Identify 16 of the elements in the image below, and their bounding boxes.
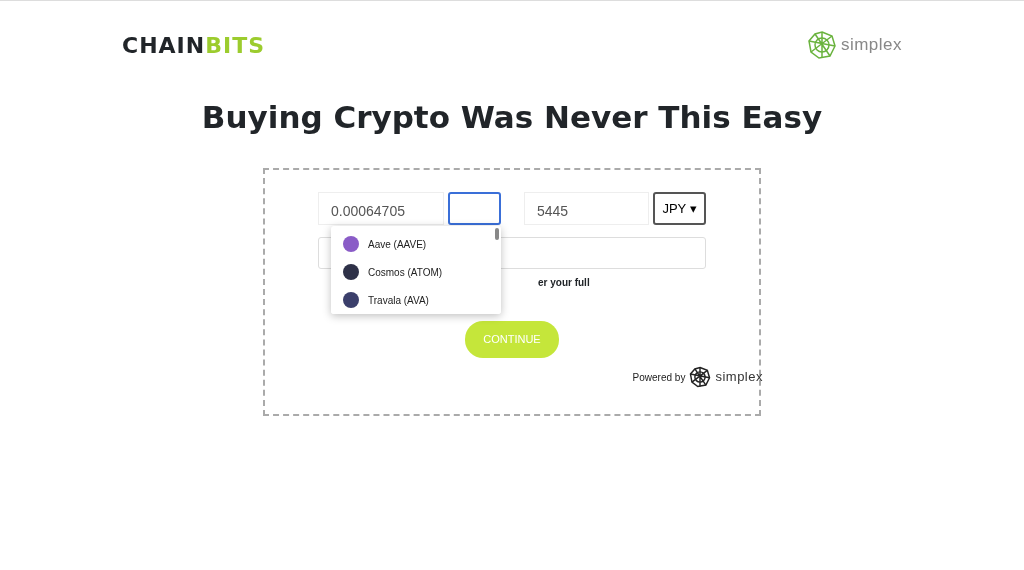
network-logo-icon [806, 30, 837, 60]
powered-by-text: Powered by [632, 370, 686, 385]
partner-logo-text: simplex [840, 34, 902, 57]
crypto-option[interactable]: Cosmos (ATOM) [331, 258, 501, 287]
brand-logo: CHAIN BITS [122, 31, 265, 60]
hint-text: er your full [538, 277, 590, 289]
crypto-select-field[interactable] [448, 192, 501, 226]
crypto-option[interactable]: Travala (AVA) [331, 286, 501, 315]
scrollbar-thumb [495, 228, 499, 241]
partner-logo-text: simplex [715, 368, 763, 387]
fiat-amount-field[interactable]: 5445 [524, 192, 649, 226]
headline: Buying Crypto Was Never This Easy [200, 99, 824, 137]
currency-dropdown[interactable]: JPY ▾ [653, 192, 706, 226]
crypto-option[interactable]: Aave (AAVE) [331, 230, 501, 259]
crypto-amount-field[interactable]: 0.00064705 [318, 192, 444, 226]
network-logo-icon [689, 366, 712, 389]
